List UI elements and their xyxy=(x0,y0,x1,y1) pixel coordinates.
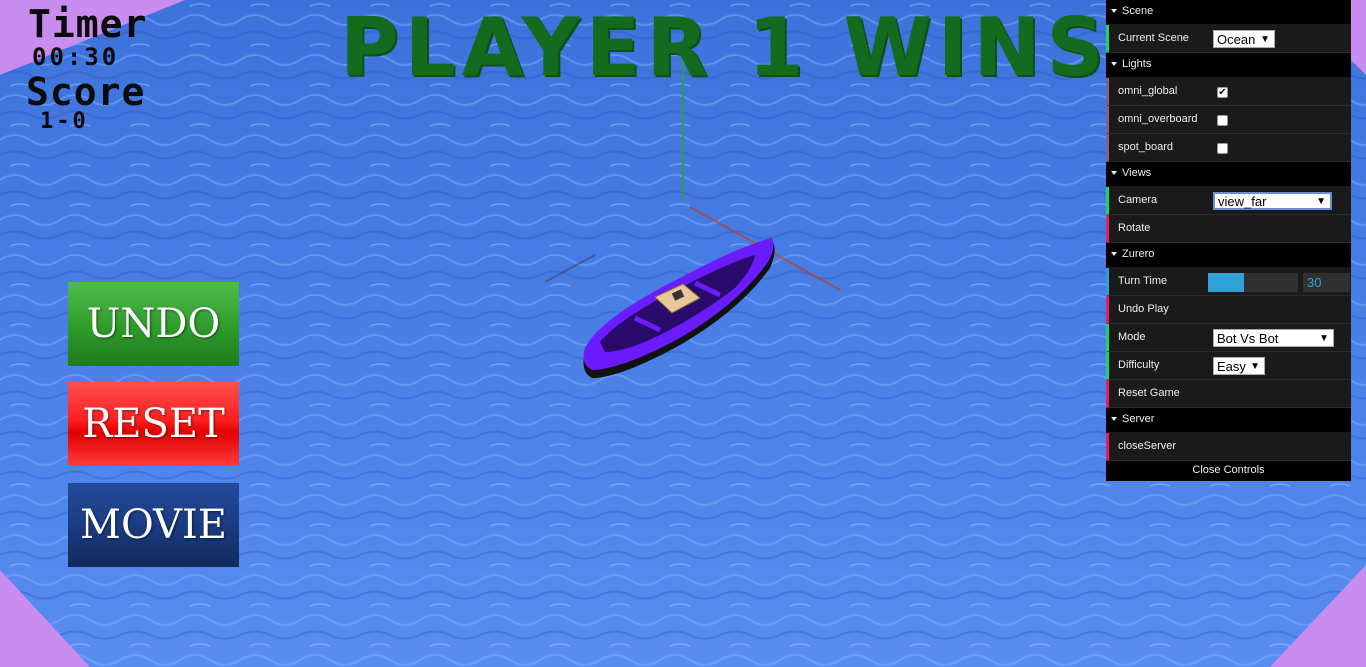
folder-scene-title: Scene xyxy=(1122,5,1154,17)
current-scene-row: Current Scene Ocean ▼ xyxy=(1106,25,1351,53)
mode-row: Mode Bot Vs Bot ▼ xyxy=(1106,324,1351,352)
light-row-omni-overboard: omni_overboard xyxy=(1106,106,1351,134)
camera-select[interactable]: view_far ▼ xyxy=(1213,192,1332,210)
omni-overboard-checkbox[interactable] xyxy=(1217,115,1228,126)
dropdown-arrow-icon: ▼ xyxy=(1319,333,1329,344)
turn-time-input[interactable]: 30 xyxy=(1303,273,1350,292)
rotate-button[interactable]: Rotate xyxy=(1106,215,1351,243)
undo-play-button[interactable]: Undo Play xyxy=(1106,296,1351,324)
current-scene-value: Ocean xyxy=(1217,32,1256,47)
current-scene-select[interactable]: Ocean ▼ xyxy=(1213,30,1275,48)
dropdown-arrow-icon: ▼ xyxy=(1250,361,1260,372)
folder-zurero[interactable]: Zurero xyxy=(1106,243,1351,268)
triangle-down-icon xyxy=(1111,417,1117,421)
light-label: spot_board xyxy=(1118,141,1174,153)
mode-label: Mode xyxy=(1118,331,1146,343)
difficulty-row: Difficulty Easy ▼ xyxy=(1106,352,1351,380)
mode-select[interactable]: Bot Vs Bot ▼ xyxy=(1213,329,1334,347)
camera-row: Camera view_far ▼ xyxy=(1106,187,1351,215)
timer-value: 00:30 xyxy=(32,43,120,71)
controls-panel: Scene Current Scene Ocean ▼ Lights omni_… xyxy=(1106,0,1351,481)
rotate-label: Rotate xyxy=(1118,222,1151,234)
light-row-omni-global: omni_global ✔ xyxy=(1106,78,1351,106)
difficulty-label: Difficulty xyxy=(1118,359,1160,371)
folder-lights[interactable]: Lights xyxy=(1106,53,1351,78)
folder-zurero-title: Zurero xyxy=(1122,248,1155,260)
folder-scene[interactable]: Scene xyxy=(1106,0,1351,25)
score-label: Score xyxy=(26,70,146,114)
current-scene-label: Current Scene xyxy=(1118,32,1189,44)
triangle-down-icon xyxy=(1111,171,1117,175)
omni-global-checkbox[interactable]: ✔ xyxy=(1217,87,1228,98)
difficulty-select[interactable]: Easy ▼ xyxy=(1213,357,1265,375)
timer-label: Timer xyxy=(28,2,148,46)
score-value: 1-0 xyxy=(40,109,89,134)
turn-time-slider-fill xyxy=(1208,273,1244,292)
mode-value: Bot Vs Bot xyxy=(1217,331,1279,346)
winner-banner: PLAYER 1 WINS xyxy=(340,1,1110,94)
light-label: omni_global xyxy=(1118,85,1178,97)
folder-lights-title: Lights xyxy=(1122,58,1152,70)
dropdown-arrow-icon: ▼ xyxy=(1316,196,1326,207)
difficulty-value: Easy xyxy=(1217,359,1246,374)
camera-label: Camera xyxy=(1118,194,1158,206)
close-server-label: closeServer xyxy=(1118,440,1177,452)
triangle-down-icon xyxy=(1111,252,1117,256)
turn-time-slider[interactable] xyxy=(1208,273,1298,292)
folder-views[interactable]: Views xyxy=(1106,162,1351,187)
light-label: omni_overboard xyxy=(1118,113,1198,125)
folder-server[interactable]: Server xyxy=(1106,408,1351,433)
folder-server-title: Server xyxy=(1122,413,1155,425)
turn-time-label: Turn Time xyxy=(1118,275,1168,287)
reset-game-button[interactable]: Reset Game xyxy=(1106,380,1351,408)
undo-button[interactable]: UNDO xyxy=(68,282,239,366)
close-server-button[interactable]: closeServer xyxy=(1106,433,1351,461)
dropdown-arrow-icon: ▼ xyxy=(1260,34,1270,45)
folder-views-title: Views xyxy=(1122,167,1152,179)
reset-game-label: Reset Game xyxy=(1118,387,1180,399)
triangle-down-icon xyxy=(1111,9,1117,13)
reset-button[interactable]: RESET xyxy=(68,382,239,466)
turn-time-row: Turn Time 30 xyxy=(1106,268,1351,296)
close-controls-button[interactable]: Close Controls xyxy=(1106,461,1351,481)
triangle-down-icon xyxy=(1111,62,1117,66)
camera-value: view_far xyxy=(1218,194,1267,209)
spot-board-checkbox[interactable] xyxy=(1217,143,1228,154)
undo-play-label: Undo Play xyxy=(1118,303,1169,315)
movie-button[interactable]: MOVIE xyxy=(68,483,239,567)
light-row-spot-board: spot_board xyxy=(1106,134,1351,162)
